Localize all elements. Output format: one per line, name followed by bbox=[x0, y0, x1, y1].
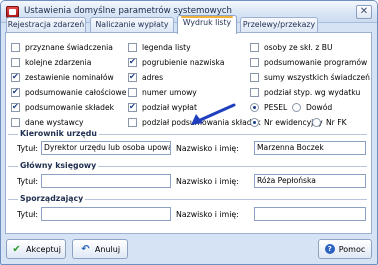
option-label: pogrubienie nazwiska bbox=[142, 58, 225, 67]
help-button-label: Pomoc bbox=[338, 244, 366, 254]
tab-naliczanie-wyplaty[interactable]: Naliczanie wypłaty bbox=[90, 17, 174, 33]
ksiegowy-nazwisko-input[interactable]: Róża Pepłońska bbox=[254, 174, 366, 188]
checkmark-icon: ✔ bbox=[12, 243, 21, 255]
option-label: przyznane świadczenia bbox=[25, 43, 113, 52]
option-osoby-ze-skl-z-bu[interactable]: osoby ze skł. z BU bbox=[250, 42, 333, 53]
option-zestawienie-nominalow[interactable]: zestawienie nominałów bbox=[11, 72, 114, 83]
option-podzial-wyplat[interactable]: podział wypłat bbox=[128, 102, 197, 113]
checkbox-checked[interactable] bbox=[128, 102, 137, 112]
tytul-label: Tytuł: bbox=[17, 210, 39, 219]
checkbox[interactable] bbox=[11, 118, 20, 127]
option-kolejne-zdarzenia[interactable]: kolejne zdarzenia bbox=[11, 57, 91, 68]
option-label: kolejne zdarzenia bbox=[25, 58, 92, 67]
radio-selected[interactable] bbox=[250, 103, 259, 112]
group-title-ksiegowy: Główny księgowy bbox=[18, 161, 99, 170]
option-label: zestawienie nominałów bbox=[25, 73, 114, 82]
option-label: numer umowy bbox=[142, 88, 197, 97]
radio-label: PESEL bbox=[264, 103, 288, 112]
help-icon: ? bbox=[324, 244, 335, 254]
option-dane-wystawcy[interactable]: dane wystawcy bbox=[11, 117, 84, 128]
sporzadzajacy-tytul-input[interactable] bbox=[41, 207, 171, 221]
checkbox[interactable] bbox=[11, 43, 20, 52]
group-title-sporzadzajacy: Sporządzający bbox=[18, 194, 86, 203]
option-label: podsumowanie programów bbox=[264, 58, 368, 67]
accept-button-label: Akceptuj bbox=[26, 244, 61, 254]
radio-label: Nr FK bbox=[326, 118, 347, 127]
radio-selected[interactable] bbox=[250, 118, 259, 127]
tytul-label: Tytuł: bbox=[17, 177, 39, 186]
option-podsumowanie-calosciowe[interactable]: podsumowanie całościowe bbox=[11, 87, 126, 98]
radio-pesel[interactable]: PESEL bbox=[250, 102, 287, 113]
checkbox[interactable] bbox=[11, 58, 20, 67]
option-label: podział styp. wg wydatku bbox=[264, 88, 361, 97]
radio-nr-fk[interactable]: Nr FK bbox=[312, 117, 347, 128]
cancel-button-label: Anuluj bbox=[94, 244, 121, 254]
option-przyznane-swiadczenia[interactable]: przyznane świadczenia bbox=[11, 42, 113, 53]
close-button[interactable]: ✕ bbox=[356, 5, 372, 19]
option-pogrubienie-nazwiska[interactable]: pogrubienie nazwiska bbox=[128, 57, 224, 68]
undo-icon: ↶ bbox=[81, 243, 90, 255]
checkbox[interactable] bbox=[250, 73, 259, 82]
checkbox-checked[interactable] bbox=[128, 72, 137, 82]
annotation-arrow-icon bbox=[191, 103, 236, 125]
checkbox[interactable] bbox=[250, 58, 259, 67]
kierownik-nazwisko-input[interactable]: Marzenna Boczek bbox=[254, 141, 366, 155]
option-adres[interactable]: adres bbox=[128, 72, 163, 83]
option-label: osoby ze skł. z BU bbox=[264, 43, 333, 52]
nazwisko-label: Nazwisko i imię: bbox=[176, 177, 239, 186]
checkbox-checked[interactable] bbox=[128, 57, 137, 67]
help-button[interactable]: ? Pomoc bbox=[318, 239, 372, 259]
checkbox[interactable] bbox=[128, 43, 137, 52]
option-label: adres bbox=[142, 73, 164, 82]
option-podzial-styp-wg-wydatku[interactable]: podział styp. wg wydatku bbox=[250, 87, 360, 98]
sporzadzajacy-nazwisko-input[interactable] bbox=[254, 207, 366, 221]
checkbox[interactable] bbox=[250, 88, 259, 97]
kierownik-tytul-input[interactable]: Dyrektor urzędu lub osoba upoważniona bbox=[41, 141, 171, 155]
tab-wydruk-listy[interactable]: Wydruk listy bbox=[177, 15, 237, 34]
nazwisko-label: Nazwisko i imię: bbox=[176, 210, 239, 219]
group-title-kierownik: Kierownik urzędu bbox=[18, 129, 99, 138]
option-label: podsumowanie składek bbox=[25, 103, 115, 112]
option-label: legenda listy bbox=[142, 43, 191, 52]
option-sumy-wszystkich-swiadczen[interactable]: sumy wszystkich świadczeń bbox=[250, 72, 370, 83]
checkbox-checked[interactable] bbox=[11, 72, 20, 82]
radio[interactable] bbox=[312, 118, 321, 127]
accept-button[interactable]: ✔ Akceptuj bbox=[6, 239, 66, 259]
option-podsumowanie-skladek[interactable]: podsumowanie składek bbox=[11, 102, 114, 113]
cancel-button[interactable]: ↶ Anuluj bbox=[72, 239, 128, 259]
nazwisko-label: Nazwisko i imię: bbox=[176, 144, 239, 153]
option-podsumowanie-programow[interactable]: podsumowanie programów bbox=[250, 57, 367, 68]
option-label: podsumowanie całościowe bbox=[25, 88, 127, 97]
ksiegowy-tytul-input[interactable] bbox=[41, 174, 171, 188]
checkbox[interactable] bbox=[250, 43, 259, 52]
checkbox[interactable] bbox=[128, 118, 137, 127]
option-legenda-listy[interactable]: legenda listy bbox=[128, 42, 191, 53]
radio-dowod[interactable]: Dowód bbox=[292, 102, 332, 113]
radio[interactable] bbox=[292, 103, 301, 112]
tab-rejestracja-zdarzen[interactable]: Rejestracja zdarzeń bbox=[6, 17, 86, 33]
option-label: dane wystawcy bbox=[25, 118, 84, 127]
tab-przelewy-przekazy[interactable]: Przelewy/przekazy bbox=[240, 17, 318, 33]
checkbox[interactable] bbox=[128, 88, 137, 97]
checkbox-checked[interactable] bbox=[11, 87, 20, 97]
radio-label: Dowód bbox=[306, 103, 333, 112]
tytul-label: Tytuł: bbox=[17, 144, 39, 153]
checkbox-checked[interactable] bbox=[11, 102, 20, 112]
option-numer-umowy[interactable]: numer umowy bbox=[128, 87, 197, 98]
option-label: sumy wszystkich świadczeń bbox=[264, 73, 370, 82]
